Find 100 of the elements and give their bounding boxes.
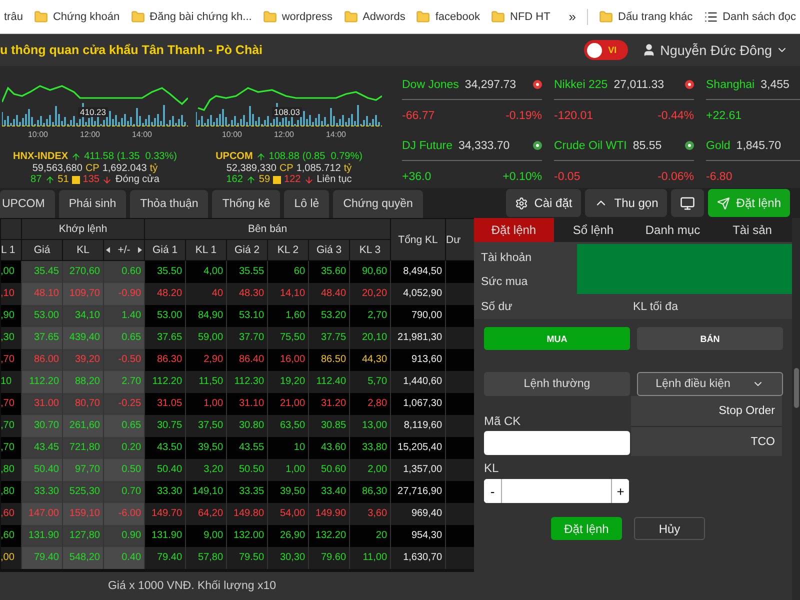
table-cell: ,90 — [0, 304, 22, 326]
column-header: Tổng KL — [398, 234, 438, 246]
table-cell: 132.00 — [226, 524, 268, 546]
board-tab[interactable]: Lô lẻ — [284, 190, 330, 218]
right-arrow-icon[interactable] — [138, 247, 142, 253]
table-cell: 1,00 — [268, 458, 309, 480]
table-cell: ,60 — [0, 524, 22, 546]
symbol-input[interactable] — [484, 431, 630, 455]
bookmark[interactable]: facebook — [416, 10, 480, 24]
bookmark[interactable]: Đăng bài chứng kh... — [130, 10, 252, 24]
table-cell: 20 — [350, 524, 391, 546]
user-menu[interactable]: Nguyễn Đức Đông — [642, 42, 788, 58]
table-cell: 5,70 — [350, 370, 391, 392]
table-cell: 35.60 — [308, 260, 350, 282]
table-cell: 43.45 — [22, 436, 62, 458]
table-cell: 1,440,60 — [390, 370, 446, 392]
side-button[interactable]: BÁN — [637, 327, 783, 350]
quantity-input[interactable] — [501, 479, 612, 503]
panel-tab[interactable]: Danh mục — [633, 218, 712, 242]
table-cell: 35.45 — [22, 260, 62, 282]
table-cell: 54,00 — [268, 502, 309, 524]
table-cell: 0.65 — [104, 326, 145, 348]
board-tab[interactable]: Phái sinh — [58, 190, 126, 218]
more-bookmarks[interactable]: » — [568, 9, 576, 24]
down-arrow-icon — [304, 174, 314, 185]
left-arrow-icon[interactable] — [106, 247, 110, 253]
table-cell: 48.20 — [144, 282, 186, 304]
display-button[interactable] — [671, 189, 704, 217]
index-name: Nikkei 225 — [554, 78, 608, 90]
table-cell: ,70 — [0, 348, 22, 370]
table-cell: 20,20 — [350, 282, 391, 304]
index-change: +36.0 — [402, 170, 432, 182]
bookmark[interactable]: NFD HT — [491, 10, 550, 24]
table-cell: ,70 — [0, 392, 22, 414]
board-tab[interactable]: Thống kê — [212, 190, 280, 218]
table-cell: 0.40 — [104, 546, 145, 568]
language-toggle[interactable]: VI — [584, 40, 628, 60]
table-cell: 270,60 — [62, 260, 104, 282]
board-tab[interactable]: UPCOM — [0, 190, 55, 218]
table-cell: 86.40 — [226, 348, 268, 370]
table-cell: 53.00 — [22, 304, 62, 326]
order-type-dropdown[interactable]: Lệnh điều kiện — [637, 372, 783, 396]
table-cell: 34,10 — [62, 304, 104, 326]
bookmark[interactable]: Danh sách đọc — [704, 10, 796, 24]
table-cell: 53.00 — [144, 304, 186, 326]
table-cell: ,30 — [0, 326, 22, 348]
table-cell: 16,00 — [268, 348, 309, 370]
table-cell: 75,50 — [268, 326, 309, 348]
board-tab[interactable]: Thỏa thuận — [130, 190, 208, 218]
send-icon — [717, 196, 730, 210]
index-value: 27,011.33 — [614, 78, 664, 90]
field-label: KL tối đa — [633, 300, 679, 314]
table-cell: 79.40 — [144, 546, 186, 568]
declines-count: 122 — [284, 174, 301, 186]
table-cell: 548,20 — [62, 546, 104, 568]
table-cell: 721,80 — [62, 436, 104, 458]
cancel-button[interactable]: Hủy — [634, 517, 705, 540]
panel-tab[interactable]: Đặt lệnh — [474, 218, 554, 242]
table-cell: 261,60 — [62, 414, 104, 436]
bookmark[interactable]: trâu — [4, 10, 23, 22]
bookmark[interactable]: Adwords — [344, 10, 406, 24]
field-label: Số dư — [480, 300, 514, 314]
folder-icon — [34, 10, 48, 24]
table-cell: 31.10 — [226, 392, 268, 414]
table-cell: 2,90 — [186, 348, 227, 370]
index-name: DJ Future — [402, 140, 452, 152]
table-cell: 97,70 — [62, 458, 104, 480]
up-arrow-icon — [44, 174, 55, 185]
square-icon — [273, 176, 282, 184]
board-tab[interactable]: Chứng quyền — [333, 190, 423, 218]
order-type-button[interactable]: Lệnh thường — [484, 372, 630, 396]
table-cell: 35.55 — [226, 260, 268, 282]
index-value: 3,455 — [760, 78, 790, 90]
table-cell: 0.90 — [104, 524, 145, 546]
session-status: Liên tục — [316, 174, 352, 186]
table-cell: 48.30 — [226, 282, 268, 304]
panel-tab[interactable]: Tài sản — [712, 218, 792, 242]
toolbar-button[interactable]: Cài đặt — [506, 189, 582, 217]
table-cell: 35.50 — [144, 260, 186, 282]
table-cell: 39,50 — [268, 480, 309, 502]
table-cell: 149,10 — [186, 480, 227, 502]
table-cell: 0.20 — [104, 436, 145, 458]
dropdown-option[interactable]: TCO — [631, 426, 782, 456]
table-cell: 149.70 — [144, 502, 186, 524]
bookmark[interactable]: wordpress — [262, 10, 333, 24]
index-percent: -0.19% — [506, 110, 542, 122]
index-name: HNX-INDEX — [13, 151, 68, 162]
bookmark[interactable]: Chứng khoán — [34, 10, 120, 24]
table-cell: 64,20 — [186, 502, 227, 524]
quantity-field[interactable]: - + — [484, 479, 629, 503]
dropdown-option[interactable]: Stop Order — [631, 396, 782, 426]
table-cell: 48.40 — [308, 282, 350, 304]
table-cell: -0.90 — [104, 282, 145, 304]
table-cell: 0.60 — [104, 260, 145, 282]
toolbar-button[interactable]: Thu gọn — [585, 189, 668, 217]
bookmark[interactable]: Dấu trang khác — [599, 10, 693, 24]
panel-tab[interactable]: Sổ lệnh — [554, 218, 633, 242]
session-status: Đóng cửa — [115, 174, 160, 186]
index-change: -66.77 — [402, 110, 435, 122]
scrollbar[interactable] — [794, 368, 798, 408]
